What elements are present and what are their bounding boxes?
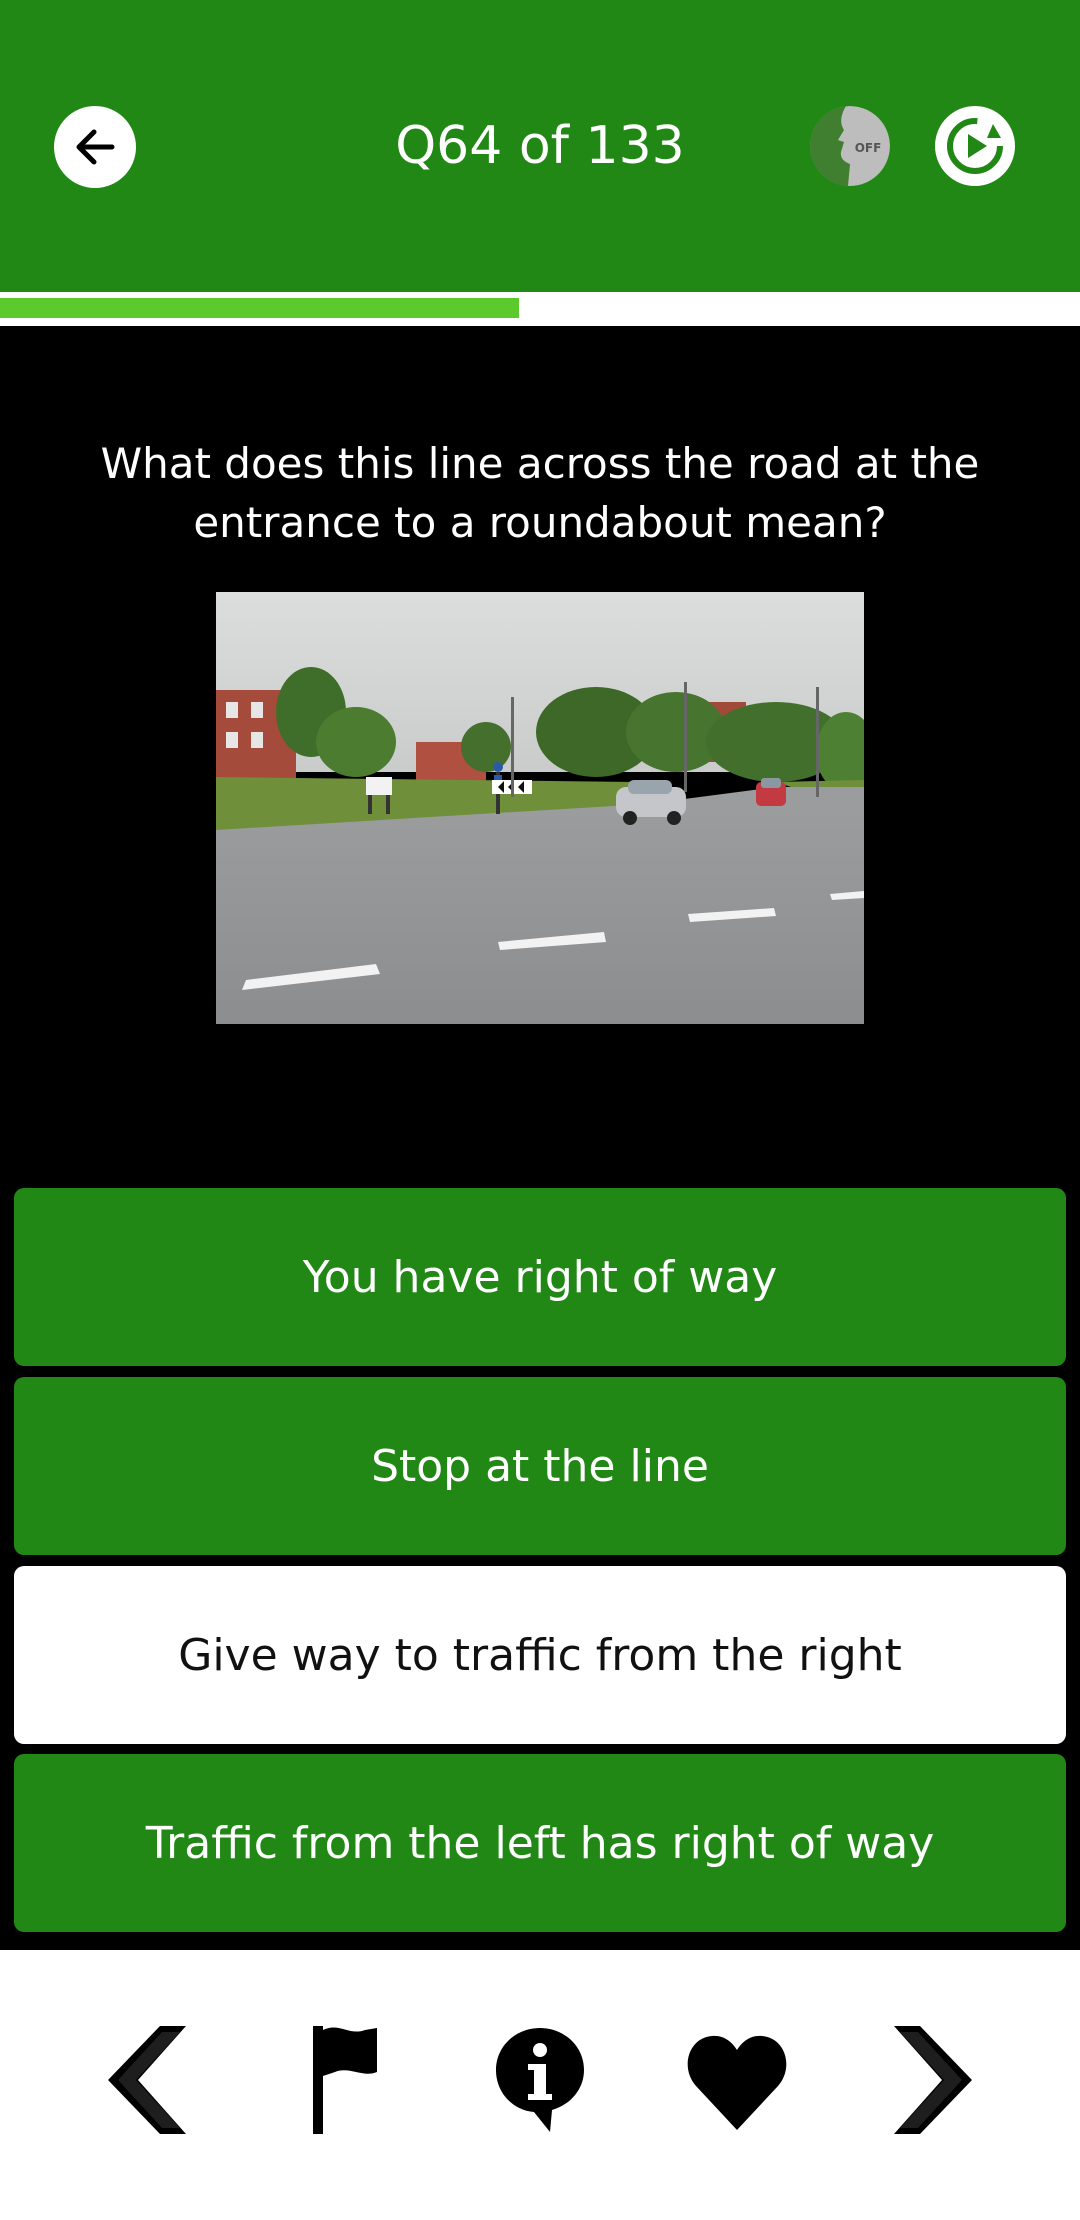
replay-button[interactable]	[935, 106, 1015, 186]
answer-option-1[interactable]: You have right of way	[14, 1188, 1066, 1366]
answer-option-2-label: Stop at the line	[371, 1440, 709, 1492]
answer-option-3[interactable]: Give way to traffic from the right	[14, 1566, 1066, 1744]
question-text: What does this line across the road at t…	[100, 439, 980, 547]
answer-option-3-label: Give way to traffic from the right	[178, 1629, 902, 1681]
voice-toggle-button[interactable]: OFF	[810, 106, 890, 186]
question-counter: Q64 of 133	[395, 116, 685, 176]
answer-option-4[interactable]: Traffic from the left has right of way	[14, 1754, 1066, 1932]
progress-bar	[0, 292, 1080, 326]
heart-icon[interactable]	[684, 2020, 790, 2140]
flag-icon[interactable]	[305, 2020, 385, 2140]
answer-option-2[interactable]: Stop at the line	[14, 1377, 1066, 1555]
voice-off-icon: OFF	[810, 106, 890, 186]
chevron-left-icon[interactable]	[90, 2020, 200, 2140]
answer-option-4-label: Traffic from the left has right of way	[145, 1817, 935, 1869]
info-icon[interactable]	[492, 2020, 588, 2140]
roundabout-photo	[216, 592, 864, 1024]
answer-option-1-label: You have right of way	[302, 1251, 778, 1303]
top-app-bar: Q64 of 133 OFF	[0, 0, 1080, 292]
chevron-right-icon[interactable]	[880, 2020, 990, 2140]
progress-fill	[0, 298, 520, 318]
replay-icon	[947, 118, 1003, 174]
voice-state-text: OFF	[855, 141, 882, 155]
